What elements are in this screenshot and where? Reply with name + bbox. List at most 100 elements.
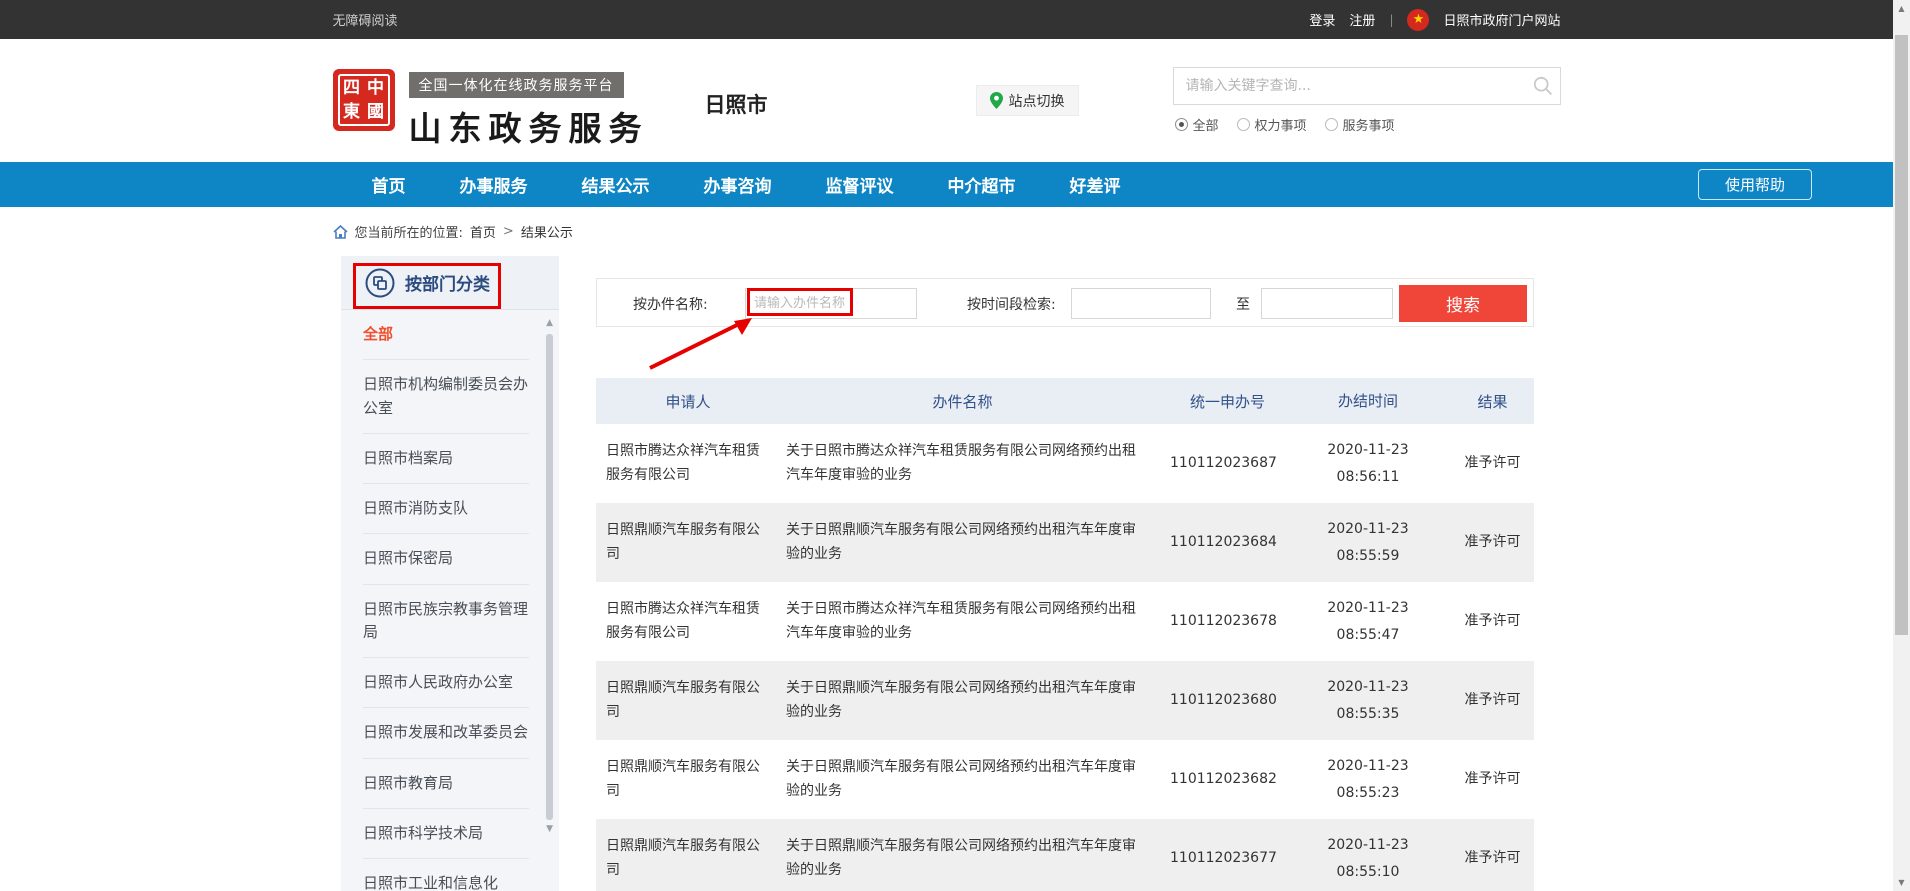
finish-clock: 08:55:47 xyxy=(1285,622,1451,649)
nav-item-6[interactable]: 好差评 xyxy=(1043,162,1148,207)
cell-apply-no: 110112023682 xyxy=(1165,768,1285,792)
column-header: 申请人 xyxy=(596,381,784,422)
sidebar-item[interactable]: 日照市发展和改革委员会 xyxy=(363,708,529,758)
column-header: 办结时间 xyxy=(1285,387,1451,416)
cell-result: 准予许可 xyxy=(1451,610,1534,634)
sidebar-item[interactable]: 日照市保密局 xyxy=(363,534,529,584)
results-main: 按办件名称: 按时间段检索: 至 搜索 申请人办件名称统一申办号办结时间结果 日… xyxy=(596,278,1534,891)
top-utility-bar: 无障碍阅读 登录 注册 | ★ 日照市政府门户网站 xyxy=(0,0,1893,39)
scroll-down-icon[interactable]: ▼ xyxy=(1893,874,1910,891)
finish-clock: 08:55:23 xyxy=(1285,780,1451,807)
cell-apply-no: 110112023677 xyxy=(1165,847,1285,871)
city-name: 日照市 xyxy=(705,89,768,119)
sidebar-item[interactable]: 日照市民族宗教事务管理局 xyxy=(363,585,529,659)
sidebar-item[interactable]: 日照市档案局 xyxy=(363,434,529,484)
site-header: 四中東國 全国一体化在线政务服务平台 山东政务服务 日照市 站点切换 xyxy=(0,39,1893,162)
nav-item-5[interactable]: 中介超市 xyxy=(921,162,1043,207)
cell-finish-time: 2020-11-2308:55:10 xyxy=(1285,832,1451,885)
seal-character: 國 xyxy=(364,100,388,124)
sidebar-scrollbar-thumb[interactable] xyxy=(546,334,553,820)
city-portal-link[interactable]: 日照市政府门户网站 xyxy=(1443,10,1560,29)
primary-nav: 首页办事服务结果公示办事咨询监督评议中介超市好差评 使用帮助 xyxy=(0,162,1893,207)
sidebar-title: 按部门分类 xyxy=(405,270,490,295)
location-pin-icon xyxy=(990,92,1003,109)
seal-character: 東 xyxy=(340,100,364,124)
date-from-input[interactable] xyxy=(1071,288,1211,319)
table-row: 日照市腾达众祥汽车租赁服务有限公司关于日照市腾达众祥汽车租赁服务有限公司网络预约… xyxy=(596,582,1534,661)
cell-apply-no: 110112023678 xyxy=(1165,610,1285,634)
cell-title: 关于日照市腾达众祥汽车租赁服务有限公司网络预约出租汽车年度审验的业务 xyxy=(784,588,1165,656)
platform-badge: 全国一体化在线政务服务平台 xyxy=(409,72,624,98)
filter-option[interactable]: 全部 xyxy=(1175,115,1219,134)
keyword-search-input[interactable] xyxy=(1174,78,1526,94)
seal-character: 四 xyxy=(340,76,364,100)
breadcrumb-separator: > xyxy=(503,224,514,239)
site-switch-button[interactable]: 站点切换 xyxy=(976,85,1079,116)
sidebar-item[interactable]: 日照市科学技术局 xyxy=(363,809,529,859)
sidebar-scroll-down-icon[interactable]: ▼ xyxy=(546,824,553,834)
nav-item-2[interactable]: 结果公示 xyxy=(555,162,677,207)
item-name-input[interactable] xyxy=(745,288,917,319)
sidebar-scroll-up-icon[interactable]: ▲ xyxy=(546,318,553,328)
home-icon xyxy=(333,225,348,239)
radio-icon[interactable] xyxy=(1175,118,1188,131)
window-scrollbar-thumb[interactable] xyxy=(1895,35,1908,635)
sidebar-item[interactable]: 日照市消防支队 xyxy=(363,484,529,534)
nav-item-1[interactable]: 办事服务 xyxy=(433,162,555,207)
help-button[interactable]: 使用帮助 xyxy=(1698,169,1812,200)
accessibility-link[interactable]: 无障碍阅读 xyxy=(333,10,398,29)
breadcrumb: 您当前所在的位置: 首页 > 结果公示 xyxy=(333,207,1561,256)
finish-clock: 08:55:10 xyxy=(1285,859,1451,886)
cell-title: 关于日照鼎顺汽车服务有限公司网络预约出租汽车年度审验的业务 xyxy=(784,825,1165,891)
column-header: 统一申办号 xyxy=(1165,391,1285,412)
cell-finish-time: 2020-11-2308:56:11 xyxy=(1285,437,1451,490)
cell-applicant: 日照鼎顺汽车服务有限公司 xyxy=(596,509,784,577)
filter-option[interactable]: 权力事项 xyxy=(1237,115,1307,134)
time-filter-label: 按时间段检索: xyxy=(967,294,1056,314)
site-switch-label: 站点切换 xyxy=(1009,91,1065,111)
cell-applicant: 日照鼎顺汽车服务有限公司 xyxy=(596,825,784,891)
finish-clock: 08:56:11 xyxy=(1285,464,1451,491)
finish-date: 2020-11-23 xyxy=(1285,753,1451,780)
radio-icon[interactable] xyxy=(1325,118,1338,131)
radio-icon[interactable] xyxy=(1237,118,1250,131)
table-row: 日照鼎顺汽车服务有限公司关于日照鼎顺汽车服务有限公司网络预约出租汽车年度审验的业… xyxy=(596,819,1534,891)
sidebar-item[interactable]: 日照市工业和信息化 xyxy=(363,859,529,891)
department-sidebar: 按部门分类 全部日照市机构编制委员会办公室日照市档案局日照市消防支队日照市保密局… xyxy=(341,256,559,891)
sidebar-item[interactable]: 日照市教育局 xyxy=(363,759,529,809)
finish-date: 2020-11-23 xyxy=(1285,516,1451,543)
page: 无障碍阅读 登录 注册 | ★ 日照市政府门户网站 四中東國 全国一体化在线政务… xyxy=(0,0,1910,891)
sidebar-item[interactable]: 日照市机构编制委员会办公室 xyxy=(363,360,529,434)
cell-apply-no: 110112023687 xyxy=(1165,452,1285,476)
column-header: 结果 xyxy=(1451,391,1534,412)
brand-title: 山东政务服务 xyxy=(409,102,649,150)
nav-item-0[interactable]: 首页 xyxy=(345,162,433,207)
nav-item-3[interactable]: 办事咨询 xyxy=(677,162,799,207)
cell-apply-no: 110112023684 xyxy=(1165,531,1285,555)
finish-clock: 08:55:35 xyxy=(1285,701,1451,728)
cell-applicant: 日照市腾达众祥汽车租赁服务有限公司 xyxy=(596,588,784,656)
sidebar-item[interactable]: 日照市人民政府办公室 xyxy=(363,658,529,708)
date-to-input[interactable] xyxy=(1261,288,1393,319)
cell-applicant: 日照鼎顺汽车服务有限公司 xyxy=(596,667,784,735)
filter-option[interactable]: 服务事项 xyxy=(1325,115,1395,134)
search-submit-button[interactable]: 搜索 xyxy=(1399,285,1527,322)
window-scrollbar[interactable]: ▲ ▼ xyxy=(1893,0,1910,891)
cell-title: 关于日照鼎顺汽车服务有限公司网络预约出租汽车年度审验的业务 xyxy=(784,509,1165,577)
table-row: 日照鼎顺汽车服务有限公司关于日照鼎顺汽车服务有限公司网络预约出租汽车年度审验的业… xyxy=(596,740,1534,819)
table-row: 日照市腾达众祥汽车租赁服务有限公司关于日照市腾达众祥汽车租赁服务有限公司网络预约… xyxy=(596,424,1534,503)
cell-title: 关于日照鼎顺汽车服务有限公司网络预约出租汽车年度审验的业务 xyxy=(784,667,1165,735)
register-link[interactable]: 注册 xyxy=(1349,10,1375,29)
finish-date: 2020-11-23 xyxy=(1285,674,1451,701)
login-link[interactable]: 登录 xyxy=(1309,10,1335,29)
filter-label: 全部 xyxy=(1193,115,1219,134)
cell-finish-time: 2020-11-2308:55:23 xyxy=(1285,753,1451,806)
nav-item-4[interactable]: 监督评议 xyxy=(799,162,921,207)
search-scope-filters: 全部权力事项服务事项 xyxy=(1175,115,1395,134)
breadcrumb-home-link[interactable]: 首页 xyxy=(470,222,496,241)
search-icon[interactable] xyxy=(1526,76,1560,96)
table-row: 日照鼎顺汽车服务有限公司关于日照鼎顺汽车服务有限公司网络预约出租汽车年度审验的业… xyxy=(596,503,1534,582)
sidebar-item[interactable]: 全部 xyxy=(363,310,529,360)
department-category-icon xyxy=(365,268,395,298)
scroll-up-icon[interactable]: ▲ xyxy=(1893,0,1910,17)
